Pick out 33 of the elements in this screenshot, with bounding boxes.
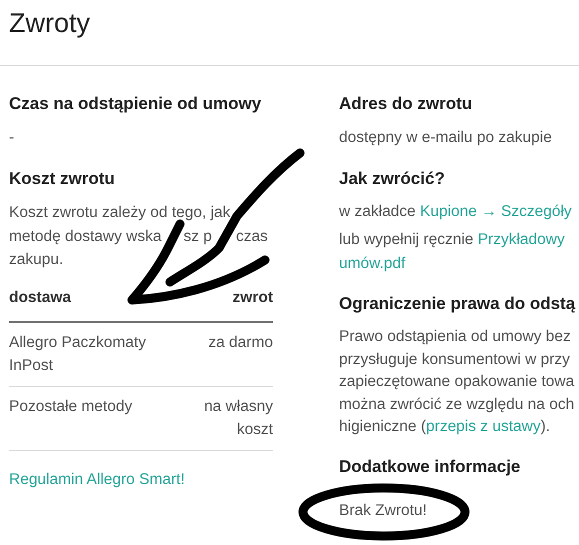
form-link[interactable]: Przykładowy <box>478 231 565 248</box>
section-heading: Dodatkowe informacje <box>339 456 520 478</box>
law-link[interactable]: przepis z ustawy <box>426 418 541 435</box>
section-value: - <box>9 128 16 148</box>
terms-link[interactable]: Regulamin Allegro Smart! <box>9 468 185 490</box>
section-heading: Koszt zwrotu <box>9 168 115 190</box>
paragraph-line: można zwrócić ze względu na och <box>339 396 574 412</box>
table-cell-text: Pozostałe metody <box>9 396 132 416</box>
section-value: Brak Zwrotu! <box>339 500 428 520</box>
description-text: czas <box>236 228 268 244</box>
description-text: zakupu. <box>9 251 64 268</box>
description-text: sz p <box>184 228 212 244</box>
paragraph-line: przysługuje konsumentowi w przy <box>339 350 570 368</box>
column-header: zwrot <box>232 288 273 306</box>
paragraph-line: zapieczętowane opakowanie towa <box>339 373 574 390</box>
purchases-link[interactable]: Kupione → Szczegóły <box>420 203 572 220</box>
description-text: metodę dostawy wska <box>9 228 162 244</box>
paragraph-line: higieniczne (przepis z ustawy). <box>339 418 550 435</box>
section-value: dostępny w e-mailu po zakupie <box>339 128 553 148</box>
section-heading: Ograniczenie prawa do odstą <box>339 293 576 315</box>
instruction-text: lub wypełnij ręcznie <box>339 231 474 248</box>
section-heading: Adres do zwrotu <box>339 93 472 115</box>
paragraph-line: Prawo odstąpienia od umowy bez <box>339 328 571 345</box>
column-header: dostawa <box>9 288 72 306</box>
table-cell-text: Allegro Paczkomaty InPost <box>9 332 146 376</box>
section-heading: Jak zwrócić? <box>339 168 445 190</box>
table-cell-text: za darmo <box>208 332 273 352</box>
page-title: Zwroty <box>9 7 91 40</box>
instruction-text: w zakładce <box>339 203 416 220</box>
section-heading: Czas na odstąpienie od umowy <box>9 93 262 115</box>
description-text: Koszt zwrotu zależy od tego, jak <box>9 204 230 221</box>
form-link[interactable]: umów.pdf <box>339 255 406 272</box>
table-cell-text: na własny koszt <box>204 396 273 440</box>
